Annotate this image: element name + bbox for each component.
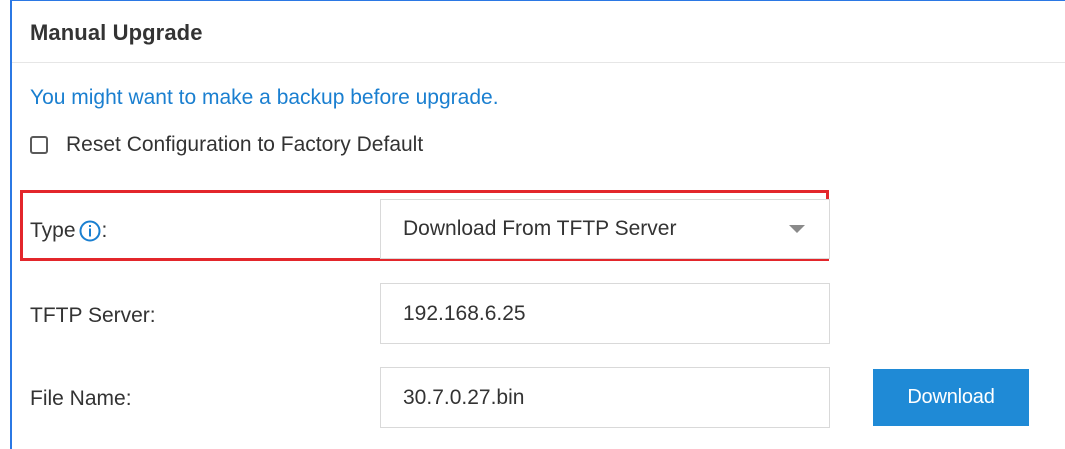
section-divider xyxy=(12,62,1065,63)
tftp-server-label: TFTP Server: xyxy=(30,304,156,327)
file-name-label: File Name: xyxy=(30,387,132,410)
panel-top-border xyxy=(10,0,1065,1)
backup-link[interactable]: You might want to make a backup before u… xyxy=(30,86,499,110)
manual-upgrade-panel: Manual Upgrade You might want to make a … xyxy=(0,0,1065,449)
download-button[interactable]: Download xyxy=(873,369,1029,426)
file-name-input[interactable] xyxy=(380,367,830,428)
type-label: Type : xyxy=(30,219,107,243)
reset-factory-default-checkbox[interactable] xyxy=(30,136,48,154)
reset-factory-default-option[interactable]: Reset Configuration to Factory Default xyxy=(30,133,423,157)
tftp-server-input[interactable] xyxy=(380,283,830,344)
info-circle-icon[interactable] xyxy=(79,220,101,242)
type-label-text: Type xyxy=(30,219,76,242)
type-select-value: Download From TFTP Server xyxy=(403,217,677,240)
panel-left-border xyxy=(10,0,12,449)
type-label-suffix: : xyxy=(101,219,108,242)
reset-factory-default-label: Reset Configuration to Factory Default xyxy=(66,133,424,156)
section-title: Manual Upgrade xyxy=(30,20,203,45)
chevron-down-icon xyxy=(789,225,805,233)
type-select[interactable]: Download From TFTP Server xyxy=(380,199,830,259)
